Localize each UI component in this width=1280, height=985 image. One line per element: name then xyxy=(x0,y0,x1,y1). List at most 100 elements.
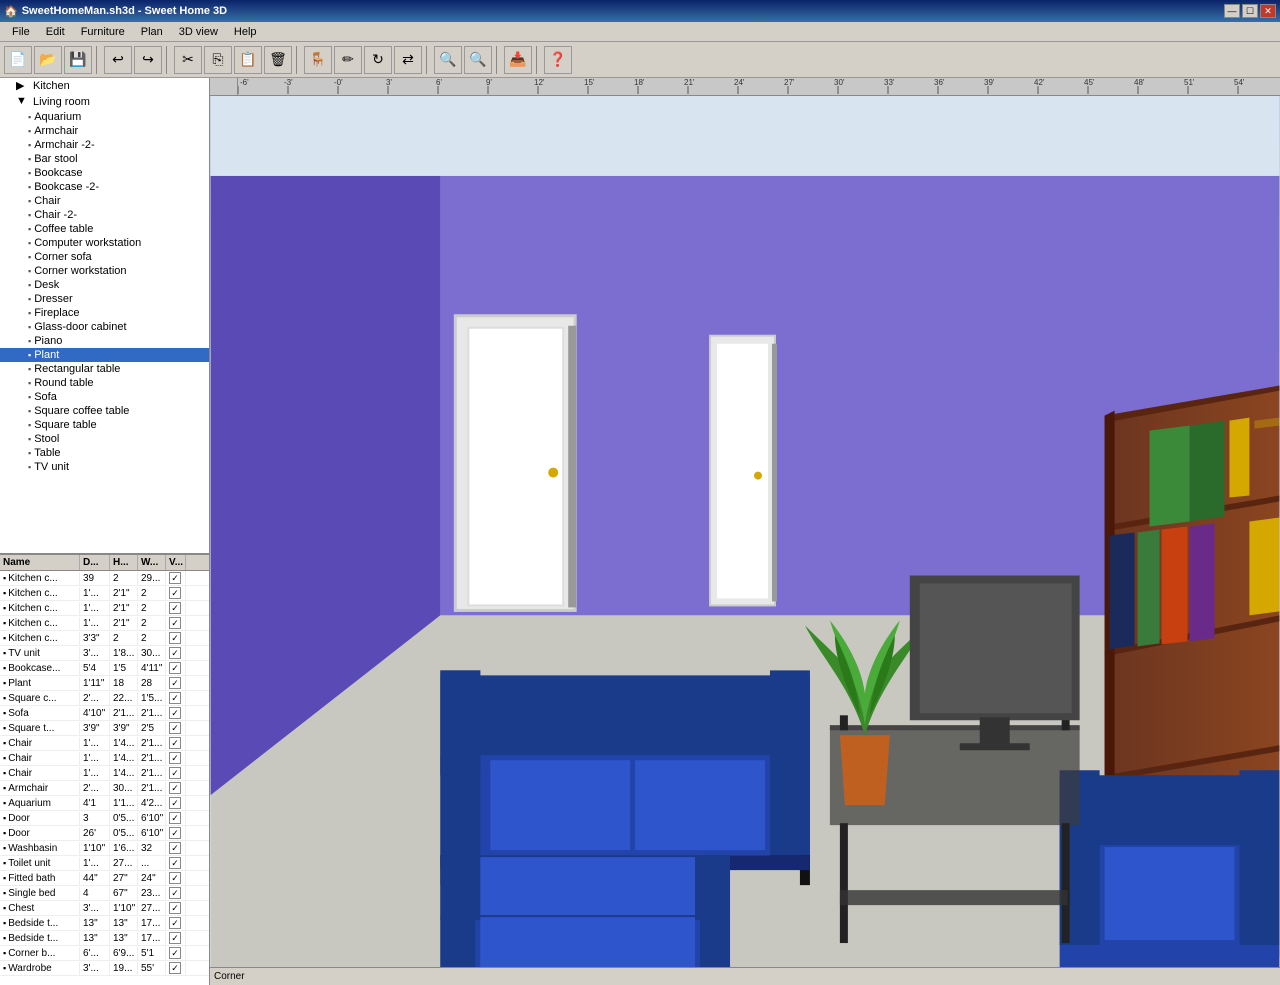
visibility-checkbox[interactable] xyxy=(169,692,181,704)
tree-item-computerworkstation[interactable]: ▪ Computer workstation xyxy=(0,236,209,250)
tree-item-stool[interactable]: ▪ Stool xyxy=(0,432,209,446)
toolbar-help[interactable]: ❓ xyxy=(544,46,572,74)
toolbar-zoom-out[interactable]: 🔍 xyxy=(464,46,492,74)
table-row[interactable]: ▪Door 26' 0'5... 6'10" xyxy=(0,826,209,841)
visibility-checkbox[interactable] xyxy=(169,707,181,719)
visibility-checkbox[interactable] xyxy=(169,827,181,839)
table-row[interactable]: ▪Armchair 2'... 30... 2'1... xyxy=(0,781,209,796)
visibility-checkbox[interactable] xyxy=(169,932,181,944)
visibility-checkbox[interactable] xyxy=(169,677,181,689)
menu-plan[interactable]: Plan xyxy=(133,24,171,40)
tree-item-roundtable[interactable]: ▪ Round table xyxy=(0,376,209,390)
visibility-checkbox[interactable] xyxy=(169,782,181,794)
table-row[interactable]: ▪Bookcase... 5'4 1'5 4'11" xyxy=(0,661,209,676)
tree-item-squarecoffeetable[interactable]: ▪ Square coffee table xyxy=(0,404,209,418)
toolbar-editfurniture[interactable]: ✏ xyxy=(334,46,362,74)
visibility-checkbox[interactable] xyxy=(169,887,181,899)
tree-item-bookcase[interactable]: ▪ Bookcase xyxy=(0,166,209,180)
table-row[interactable]: ▪Kitchen c... 1'... 2'1" 2 xyxy=(0,616,209,631)
table-row[interactable]: ▪Corner b... 6'... 6'9... 5'1 xyxy=(0,946,209,961)
menu-edit[interactable]: Edit xyxy=(38,24,73,40)
tree-item-cornersofa[interactable]: ▪ Corner sofa xyxy=(0,250,209,264)
table-row[interactable]: ▪Square t... 3'9" 3'9" 2'5 xyxy=(0,721,209,736)
tree-view[interactable]: ▶ Kitchen ▼ Living room ▪ Aquarium ▪ Arm… xyxy=(0,78,209,555)
visibility-checkbox[interactable] xyxy=(169,797,181,809)
tree-item-desk[interactable]: ▪ Desk xyxy=(0,278,209,292)
titlebar-controls[interactable]: — ☐ ✕ xyxy=(1224,4,1276,18)
tree-item-livingroom[interactable]: ▼ Living room xyxy=(0,94,209,110)
visibility-checkbox[interactable] xyxy=(169,572,181,584)
menu-furniture[interactable]: Furniture xyxy=(73,24,133,40)
tree-item-chair2[interactable]: ▪ Chair -2- xyxy=(0,208,209,222)
tree-item-glassdoor[interactable]: ▪ Glass-door cabinet xyxy=(0,320,209,334)
menu-file[interactable]: File xyxy=(4,24,38,40)
visibility-checkbox[interactable] xyxy=(169,617,181,629)
toolbar-cut[interactable]: ✂ xyxy=(174,46,202,74)
table-row[interactable]: ▪Plant 1'11" 18 28 xyxy=(0,676,209,691)
tree-item-tvunit[interactable]: ▪ TV unit xyxy=(0,460,209,474)
canvas-3d[interactable] xyxy=(210,96,1280,985)
menu-3dview[interactable]: 3D view xyxy=(171,24,226,40)
tree-item-chair[interactable]: ▪ Chair xyxy=(0,194,209,208)
tree-item-squaretable[interactable]: ▪ Square table xyxy=(0,418,209,432)
visibility-checkbox[interactable] xyxy=(169,812,181,824)
table-row[interactable]: ▪Chair 1'... 1'4... 2'1... xyxy=(0,766,209,781)
tree-item-dresser[interactable]: ▪ Dresser xyxy=(0,292,209,306)
visibility-checkbox[interactable] xyxy=(169,962,181,974)
toolbar-zoom-in[interactable]: 🔍 xyxy=(434,46,462,74)
table-row[interactable]: ▪Single bed 4 67" 23... xyxy=(0,886,209,901)
table-row[interactable]: ▪Washbasin 1'10" 1'6... 32 xyxy=(0,841,209,856)
visibility-checkbox[interactable] xyxy=(169,767,181,779)
table-row[interactable]: ▪Kitchen c... 39 2 29... xyxy=(0,571,209,586)
visibility-checkbox[interactable] xyxy=(169,872,181,884)
table-row[interactable]: ▪Chest 3'... 1'10" 27... xyxy=(0,901,209,916)
minimize-button[interactable]: — xyxy=(1224,4,1240,18)
tree-item-cornerworkstation[interactable]: ▪ Corner workstation xyxy=(0,264,209,278)
toolbar-rotate[interactable]: ↻ xyxy=(364,46,392,74)
toolbar-addfurniture[interactable]: 🪑 xyxy=(304,46,332,74)
table-row[interactable]: ▪Square c... 2'... 22... 1'5... xyxy=(0,691,209,706)
visibility-checkbox[interactable] xyxy=(169,587,181,599)
table-row[interactable]: ▪Wardrobe 3'... 19... 55' xyxy=(0,961,209,976)
table-row[interactable]: ▪Chair 1'... 1'4... 2'1... xyxy=(0,751,209,766)
tree-item-table[interactable]: ▪ Table xyxy=(0,446,209,460)
toolbar-delete[interactable]: 🗑 xyxy=(264,46,292,74)
visibility-checkbox[interactable] xyxy=(169,632,181,644)
visibility-checkbox[interactable] xyxy=(169,647,181,659)
table-row[interactable]: ▪Sofa 4'10" 2'1... 2'1... xyxy=(0,706,209,721)
toolbar-new[interactable]: 📄 xyxy=(4,46,32,74)
toolbar-copy[interactable]: ⎘ xyxy=(204,46,232,74)
tree-item-barstool[interactable]: ▪ Bar stool xyxy=(0,152,209,166)
tree-item-bookcase2[interactable]: ▪ Bookcase -2- xyxy=(0,180,209,194)
tree-item-rectabletable[interactable]: ▪ Rectangular table xyxy=(0,362,209,376)
tree-item-plant[interactable]: ▪ Plant xyxy=(0,348,209,362)
table-row[interactable]: ▪Door 3 0'5... 6'10" xyxy=(0,811,209,826)
visibility-checkbox[interactable] xyxy=(169,722,181,734)
tree-item-armchair[interactable]: ▪ Armchair xyxy=(0,124,209,138)
visibility-checkbox[interactable] xyxy=(169,602,181,614)
visibility-checkbox[interactable] xyxy=(169,947,181,959)
table-row[interactable]: ▪Kitchen c... 1'... 2'1" 2 xyxy=(0,601,209,616)
table-row[interactable]: ▪Toilet unit 1'... 27... ... xyxy=(0,856,209,871)
close-button[interactable]: ✕ xyxy=(1260,4,1276,18)
visibility-checkbox[interactable] xyxy=(169,842,181,854)
visibility-checkbox[interactable] xyxy=(169,737,181,749)
table-row[interactable]: ▪Bedside t... 13" 13" 17... xyxy=(0,931,209,946)
table-row[interactable]: ▪Bedside t... 13" 13" 17... xyxy=(0,916,209,931)
maximize-button[interactable]: ☐ xyxy=(1242,4,1258,18)
menu-help[interactable]: Help xyxy=(226,24,265,40)
table-row[interactable]: ▪Fitted bath 44" 27" 24" xyxy=(0,871,209,886)
toolbar-redo[interactable]: ↪ xyxy=(134,46,162,74)
table-row[interactable]: ▪Chair 1'... 1'4... 2'1... xyxy=(0,736,209,751)
tree-item-fireplace[interactable]: ▪ Fireplace xyxy=(0,306,209,320)
table-row[interactable]: ▪TV unit 3'... 1'8... 30... xyxy=(0,646,209,661)
visibility-checkbox[interactable] xyxy=(169,857,181,869)
toolbar-save[interactable]: 💾 xyxy=(64,46,92,74)
tree-item-piano[interactable]: ▪ Piano xyxy=(0,334,209,348)
visibility-checkbox[interactable] xyxy=(169,662,181,674)
toolbar-import[interactable]: 📥 xyxy=(504,46,532,74)
tree-item-aquarium[interactable]: ▪ Aquarium xyxy=(0,110,209,124)
tree-item-kitchen[interactable]: ▶ Kitchen xyxy=(0,78,209,94)
visibility-checkbox[interactable] xyxy=(169,917,181,929)
table-row[interactable]: ▪Aquarium 4'1 1'1... 4'2... xyxy=(0,796,209,811)
